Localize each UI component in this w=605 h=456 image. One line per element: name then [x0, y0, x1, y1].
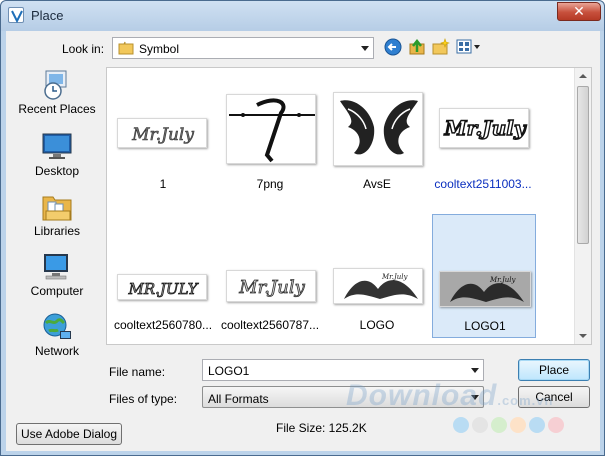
arrow-up-icon	[579, 74, 587, 78]
file-thumbnail: Mr.July	[226, 270, 316, 302]
file-name-value: LOGO1	[208, 364, 250, 378]
folder-icon	[118, 41, 134, 58]
file-list[interactable]: Mr.July 1 7png AvsE Mr.July cooltext2511…	[106, 67, 592, 345]
back-button[interactable]	[384, 38, 404, 58]
view-menu-button[interactable]	[456, 38, 482, 58]
place-computer[interactable]: Computer	[14, 249, 100, 307]
file-item-1[interactable]: Mr.July 1	[113, 74, 213, 194]
computer-icon	[40, 251, 74, 281]
file-name: AvsE	[363, 177, 391, 191]
chevron-down-icon[interactable]	[471, 368, 479, 373]
places-bar: Recent Places Desktop Libraries Computer	[14, 67, 100, 361]
file-thumbnail: Mr.July	[439, 271, 531, 307]
place-label: Computer	[30, 284, 84, 298]
watermark-text: Download	[346, 379, 498, 412]
place-libraries[interactable]: Libraries	[14, 189, 100, 247]
svg-text:Mr.July: Mr.July	[489, 276, 517, 284]
watermark-suffix: .com.vn	[497, 393, 554, 408]
file-item-cooltext2560780[interactable]: MR.JULY cooltext2560780...	[113, 216, 213, 336]
file-name-label: File name:	[109, 365, 166, 379]
view-menu-icon	[456, 39, 480, 54]
file-thumbnail	[226, 94, 316, 164]
file-name: 1	[159, 177, 167, 191]
file-item-avse[interactable]: AvsE	[327, 74, 427, 194]
recent-places-icon	[40, 69, 74, 100]
place-recent-places[interactable]: Recent Places	[14, 67, 100, 125]
file-name: cooltext2560780...	[113, 318, 213, 332]
file-item-logo1-selected[interactable]: Mr.July LOGO1	[432, 214, 536, 338]
look-in-label: Look in:	[62, 42, 105, 56]
place-network[interactable]: Network	[14, 309, 100, 367]
file-name: 7png	[256, 177, 284, 191]
place-dialog: Place ✕ Look in: Symbol Recent Places De…	[0, 0, 605, 456]
watermark: Download.com.vn	[346, 379, 553, 413]
place-label: Desktop	[34, 164, 80, 178]
files-of-type-value: All Formats	[208, 392, 269, 406]
file-thumbnail: Mr.July	[333, 268, 423, 304]
place-desktop[interactable]: Desktop	[14, 129, 100, 187]
up-folder-button[interactable]	[408, 38, 428, 58]
up-folder-icon	[409, 38, 425, 55]
scrollbar-thumb[interactable]	[577, 86, 589, 244]
file-thumbnail: Mr.July	[439, 108, 529, 148]
svg-text:Mr.July: Mr.July	[443, 116, 526, 140]
desktop-icon	[40, 131, 74, 161]
place-button[interactable]: Place	[518, 359, 590, 381]
network-icon	[40, 311, 74, 341]
file-thumbnail	[333, 92, 423, 166]
place-label: Network	[34, 344, 79, 358]
file-item-logo[interactable]: Mr.July LOGO	[327, 216, 427, 336]
new-folder-icon	[432, 38, 450, 55]
vertical-scrollbar[interactable]	[574, 68, 591, 344]
svg-text:Mr.July: Mr.July	[381, 273, 409, 281]
look-in-value: Symbol	[139, 42, 180, 56]
app-icon	[8, 7, 24, 23]
file-name: cooltext2511003...	[434, 177, 532, 191]
libraries-icon	[40, 191, 74, 221]
close-button[interactable]: ✕	[557, 2, 601, 21]
svg-text:MR.JULY: MR.JULY	[128, 280, 200, 298]
new-folder-button[interactable]	[432, 38, 452, 58]
title-bar[interactable]: Place ✕	[1, 1, 604, 31]
files-of-type-label: Files of type:	[109, 392, 178, 406]
arrow-down-icon	[579, 334, 587, 338]
scroll-down-button[interactable]	[575, 328, 591, 344]
file-thumbnail: MR.JULY	[117, 274, 207, 300]
dialog-body: Look in: Symbol Recent Places Desktop Li…	[6, 31, 600, 451]
file-name: cooltext2560787...	[220, 318, 320, 332]
file-item-cooltext2511003[interactable]: Mr.July cooltext2511003...	[433, 74, 533, 194]
file-thumbnail: Mr.July	[117, 118, 207, 148]
file-name-input[interactable]: LOGO1	[202, 359, 484, 381]
place-label: Libraries	[33, 224, 81, 238]
back-icon	[384, 38, 402, 56]
svg-text:Mr.July: Mr.July	[238, 277, 305, 298]
file-name: LOGO1	[464, 319, 506, 333]
place-label: Recent Places	[18, 102, 96, 116]
svg-text:Mr.July: Mr.July	[131, 125, 194, 145]
use-adobe-dialog-button[interactable]: Use Adobe Dialog	[16, 423, 122, 445]
chevron-down-icon[interactable]	[361, 46, 369, 51]
scroll-up-button[interactable]	[575, 68, 591, 84]
file-name: LOGO	[359, 318, 395, 332]
look-in-dropdown[interactable]: Symbol	[112, 37, 374, 59]
file-item-7png[interactable]: 7png	[220, 74, 320, 194]
watermark-dots	[453, 417, 567, 436]
window-title: Place	[31, 8, 64, 23]
file-size-readout: File Size: 125.2K	[276, 421, 367, 435]
file-item-cooltext2560787[interactable]: Mr.July cooltext2560787...	[220, 216, 320, 336]
